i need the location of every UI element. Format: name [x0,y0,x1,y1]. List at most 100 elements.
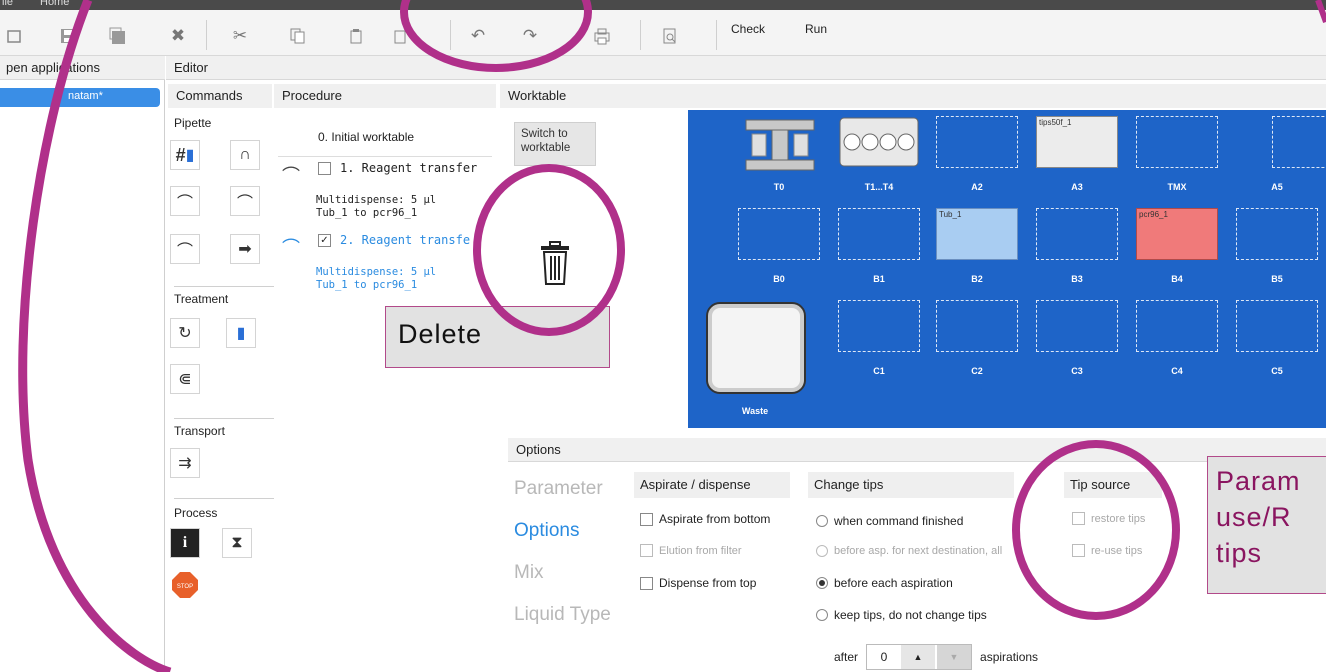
slot-a3[interactable]: tips50f_1 [1036,116,1118,168]
aspirate-from-bottom-option[interactable]: Aspirate from bottom [640,512,770,526]
print-icon[interactable] [590,24,614,48]
tube-racks-t1-t4[interactable] [838,116,920,168]
redo-icon[interactable]: ↷ [518,24,542,48]
info-icon[interactable]: i [170,528,200,558]
transport-icon[interactable]: ⇉ [170,448,200,478]
tube-rack-t0[interactable] [742,116,818,172]
close-icon[interactable]: ✖ [166,24,190,48]
tip-source-annotation-circle [1012,440,1180,620]
stepper-down-icon[interactable]: ▼ [937,645,972,669]
when-command-finished-label: when command finished [834,514,964,528]
slot-c1[interactable] [838,300,920,352]
magnet-icon[interactable]: ⋐ [170,364,200,394]
open-applications-panel: pen applications natam* [0,56,165,672]
save-icon[interactable] [56,24,80,48]
step-1-checkbox[interactable] [318,162,331,175]
label-c5: C5 [1271,366,1283,376]
elution-from-filter-checkbox[interactable] [640,544,653,557]
new-icon[interactable] [2,24,26,48]
save-as-icon[interactable] [106,24,130,48]
when-command-finished-radio[interactable] [816,515,828,527]
restore-tips-option[interactable]: restore tips [1072,512,1145,525]
print-preview-icon[interactable] [658,24,682,48]
elution-from-filter-option[interactable]: Elution from filter [640,544,742,557]
tips-annotation-line2: use/R [1216,502,1292,532]
restore-tips-checkbox[interactable] [1072,512,1085,525]
slot-c4[interactable] [1136,300,1218,352]
transport-section-label: Transport [174,424,225,438]
keep-tips-radio[interactable] [816,609,828,621]
trash-icon[interactable] [535,240,575,288]
commands-header: Commands [168,84,272,108]
pipette-dispense-icon[interactable]: ⌒ [170,234,200,264]
waste-container[interactable] [706,302,806,394]
pipette-transfer-icon[interactable]: ⌒ [170,186,200,216]
undo-icon[interactable]: ↶ [466,24,490,48]
slot-c3[interactable] [1036,300,1118,352]
check-button[interactable]: Check [731,22,765,36]
pipette-single-icon[interactable]: ⌒ [230,186,260,216]
open-applications-header: pen applications [0,56,165,80]
worktable-canvas[interactable]: tips50f_1 T0 T1...T4 A2 A3 TMX A5 Tub_1 … [688,110,1326,428]
pipette-numbered-icon[interactable]: # ▮ [170,140,200,170]
pipette-multi-icon[interactable]: ∩ [230,140,260,170]
delete-toolbar-icon[interactable] [388,24,412,48]
copy-icon[interactable] [286,24,310,48]
label-a3: A3 [1071,182,1083,192]
dispense-from-top-label: Dispense from top [659,576,757,590]
procedure-initial-worktable[interactable]: 0. Initial worktable [318,130,414,144]
slot-c2[interactable] [936,300,1018,352]
slot-b4[interactable]: pcr96_1 [1136,208,1218,260]
before-asp-next-destination-option[interactable]: before asp. for next destination, all [816,545,1002,557]
before-asp-next-destination-label: before asp. for next destination, all [834,545,1003,557]
menu-home[interactable]: Home [40,0,69,8]
before-each-aspiration-radio[interactable] [816,577,828,589]
slot-c5[interactable] [1236,300,1318,352]
dispense-from-top-option[interactable]: Dispense from top [640,576,756,590]
nav-liquid-type[interactable]: Liquid Type [514,604,611,626]
re-use-tips-option[interactable]: re-use tips [1072,544,1142,557]
b2-tube-label: Tub_1 [939,210,962,219]
re-use-tips-checkbox[interactable] [1072,544,1085,557]
stepper-up-icon[interactable]: ▲ [901,645,936,669]
step-2-title[interactable]: 2. Reagent transfe [340,234,470,247]
slot-tmx[interactable] [1136,116,1218,168]
slot-b5[interactable] [1236,208,1318,260]
menu-file[interactable]: ile [2,0,13,8]
slot-b3[interactable] [1036,208,1118,260]
slot-b1[interactable] [838,208,920,260]
switch-to-worktable-button[interactable]: Switch to worktable [514,122,596,166]
nav-parameter[interactable]: Parameter [514,478,603,500]
before-asp-next-destination-radio[interactable] [816,545,828,557]
slot-a5[interactable] [1272,116,1326,168]
run-button[interactable]: Run [805,22,827,36]
step-1-detail-line1: Multidispense: 5 µl [316,194,437,206]
keep-tips-option[interactable]: keep tips, do not change tips [816,608,987,622]
process-section-label: Process [174,506,218,520]
aspirations-count-value[interactable]: 0 [867,650,901,664]
label-b3: B3 [1071,274,1083,284]
before-each-aspiration-option[interactable]: before each aspiration [816,576,953,590]
aspirations-stepper[interactable]: 0 ▲ ▼ [866,644,973,670]
before-each-aspiration-label: before each aspiration [834,576,953,590]
heat-tube-icon[interactable]: ▮ [226,318,256,348]
stop-icon[interactable]: STOP [170,570,200,600]
open-application-item[interactable]: natam* [0,88,160,107]
hourglass-icon[interactable]: ⧗ [222,528,252,558]
paste-icon[interactable] [344,24,368,48]
pipette-section-label: Pipette [174,116,212,130]
mix-cycle-icon[interactable]: ↻ [170,318,200,348]
pipette-forward-icon[interactable]: ➡ [230,234,260,264]
slot-b0[interactable] [738,208,820,260]
dispense-from-top-checkbox[interactable] [640,576,653,590]
aspirations-label: aspirations [980,650,1039,664]
step-1-title[interactable]: 1. Reagent transfer [340,162,477,175]
step-2-checkbox[interactable]: ✓ [318,234,331,247]
when-command-finished-option[interactable]: when command finished [816,514,963,528]
nav-mix[interactable]: Mix [514,562,544,584]
aspirate-from-bottom-checkbox[interactable] [640,512,653,526]
slot-b2[interactable]: Tub_1 [936,208,1018,260]
cut-icon[interactable]: ✂ [228,24,252,48]
slot-a2[interactable] [936,116,1018,168]
nav-options[interactable]: Options [514,520,579,542]
